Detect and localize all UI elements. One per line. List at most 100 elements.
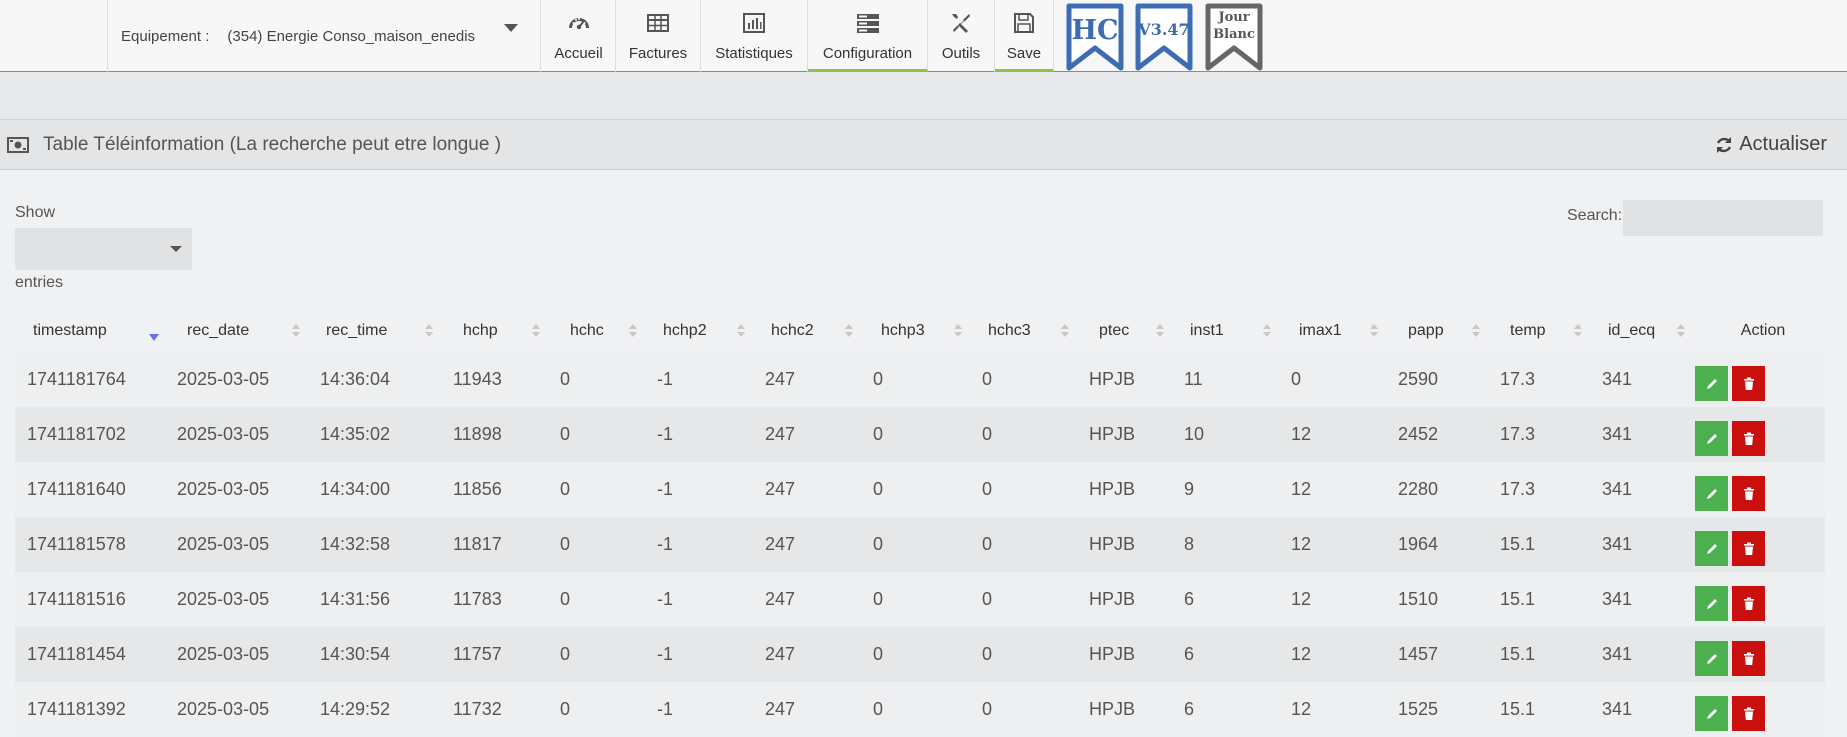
nav-configuration[interactable]: Configuration — [808, 0, 928, 85]
search-input[interactable] — [1623, 200, 1823, 236]
delete-button[interactable] — [1732, 366, 1765, 401]
column-header-action[interactable]: Action — [1693, 310, 1825, 352]
cell-ptec: HPJB — [1077, 682, 1172, 737]
nav-accueil-label: Accueil — [554, 45, 603, 62]
jour-badge-text: Jour — [1218, 10, 1250, 25]
delete-button[interactable] — [1732, 421, 1765, 456]
delete-button[interactable] — [1732, 586, 1765, 621]
table-row: 1741181454 2025-03-05 14:30:54 11757 0 -1 247 0… — [15, 627, 1825, 682]
version-badge-text: V3.47 — [1138, 20, 1190, 39]
refresh-icon — [1717, 136, 1732, 153]
column-header-rec_time[interactable]: rec_time — [308, 310, 441, 352]
cell-hchp2: -1 — [645, 627, 753, 682]
nav-outils-label: Outils — [941, 45, 981, 62]
wrench-icon — [952, 14, 970, 33]
cell-id_ecq: 341 — [1590, 407, 1693, 462]
refresh-button[interactable]: Actualiser — [1715, 133, 1827, 156]
equipment-selector[interactable]: Equipement : (354) Energie Conso_maison_… — [107, 0, 541, 72]
column-header-label: id_ecq — [1608, 322, 1656, 339]
sort-icon — [1061, 324, 1069, 338]
cell-rec_date: 2025-03-05 — [165, 517, 308, 572]
cell-action — [1693, 517, 1825, 572]
column-header-imax1[interactable]: imax1 — [1279, 310, 1386, 352]
delete-button[interactable] — [1732, 476, 1765, 511]
delete-button[interactable] — [1732, 641, 1765, 676]
column-header-hchp[interactable]: hchp — [441, 310, 548, 352]
cell-hchp: 11943 — [441, 352, 548, 407]
pencil-icon — [1706, 378, 1717, 389]
edit-button[interactable] — [1695, 586, 1728, 621]
column-header-papp[interactable]: papp — [1386, 310, 1488, 352]
cell-hchc: 0 — [548, 682, 645, 737]
cell-rec_time: 14:35:02 — [308, 407, 441, 462]
cell-papp: 2280 — [1386, 462, 1488, 517]
cell-hchc3: 0 — [970, 462, 1077, 517]
delete-button[interactable] — [1732, 696, 1765, 731]
equipment-value: (354) Energie Conso_maison_enedis — [227, 27, 476, 45]
cell-hchp3: 0 — [861, 682, 970, 737]
cell-timestamp: 1741181764 — [15, 352, 165, 407]
edit-button[interactable] — [1695, 531, 1728, 566]
cell-papp: 2590 — [1386, 352, 1488, 407]
cell-action — [1693, 572, 1825, 627]
edit-button[interactable] — [1695, 366, 1728, 401]
column-header-hchp2[interactable]: hchp2 — [645, 310, 753, 352]
column-header-ptec[interactable]: ptec — [1077, 310, 1172, 352]
cell-hchc3: 0 — [970, 517, 1077, 572]
sub-navbar — [0, 72, 1847, 120]
floppy-icon — [1014, 13, 1034, 33]
entries-select[interactable] — [15, 228, 192, 270]
column-header-hchc3[interactable]: hchc3 — [970, 310, 1077, 352]
column-header-hchc[interactable]: hchc — [548, 310, 645, 352]
pencil-icon — [1706, 433, 1717, 444]
column-header-hchc2[interactable]: hchc2 — [753, 310, 861, 352]
cell-hchp: 11817 — [441, 517, 548, 572]
edit-button[interactable] — [1695, 476, 1728, 511]
column-header-rec_date[interactable]: rec_date — [165, 310, 308, 352]
nav-accueil[interactable]: Accueil — [542, 0, 616, 72]
nav-save[interactable]: Save — [995, 0, 1054, 72]
cell-hchc3: 0 — [970, 352, 1077, 407]
cell-rec_time: 14:31:56 — [308, 572, 441, 627]
column-header-timestamp[interactable]: timestamp — [15, 310, 165, 352]
cell-hchp2: -1 — [645, 682, 753, 737]
column-header-temp[interactable]: temp — [1488, 310, 1590, 352]
column-header-id_ecq[interactable]: id_ecq — [1590, 310, 1693, 352]
pencil-icon — [1706, 598, 1717, 609]
hc-badge: HC — [1066, 3, 1124, 71]
sort-icon — [845, 324, 853, 338]
cell-id_ecq: 341 — [1590, 462, 1693, 517]
cell-imax1: 12 — [1279, 627, 1386, 682]
action-buttons — [1695, 421, 1825, 456]
column-header-label: hchc3 — [988, 322, 1031, 339]
cell-rec_time: 14:32:58 — [308, 517, 441, 572]
cell-hchc2: 247 — [753, 682, 861, 737]
cell-hchp: 11856 — [441, 462, 548, 517]
nav-factures[interactable]: Factures — [616, 0, 701, 72]
nav-outils[interactable]: Outils — [928, 0, 995, 72]
edit-button[interactable] — [1695, 421, 1728, 456]
table-body: 1741181764 2025-03-05 14:36:04 11943 0 -1 247 0… — [15, 352, 1825, 737]
column-header-label: rec_date — [187, 322, 250, 339]
sort-icon — [532, 324, 540, 338]
column-header-hchp3[interactable]: hchp3 — [861, 310, 970, 352]
cell-hchc: 0 — [548, 352, 645, 407]
nav-statistiques-label: Statistiques — [715, 45, 793, 62]
entries-label: entries — [15, 274, 64, 291]
cell-temp: 15.1 — [1488, 572, 1590, 627]
column-header-inst1[interactable]: inst1 — [1172, 310, 1279, 352]
sort-icon — [292, 324, 300, 338]
panel-header: Table Téléinformation (La recherche peut… — [0, 120, 1847, 170]
cell-hchp3: 0 — [861, 627, 970, 682]
sort-icon — [1472, 324, 1480, 338]
cell-action — [1693, 627, 1825, 682]
dashboard-icon — [568, 18, 589, 30]
delete-button[interactable] — [1732, 531, 1765, 566]
cell-inst1: 6 — [1172, 627, 1279, 682]
blanc-badge-text: Blanc — [1213, 27, 1255, 42]
edit-button[interactable] — [1695, 696, 1728, 731]
edit-button[interactable] — [1695, 641, 1728, 676]
cell-ptec: HPJB — [1077, 627, 1172, 682]
nav-statistiques[interactable]: Statistiques — [701, 0, 808, 88]
pencil-icon — [1706, 653, 1717, 664]
